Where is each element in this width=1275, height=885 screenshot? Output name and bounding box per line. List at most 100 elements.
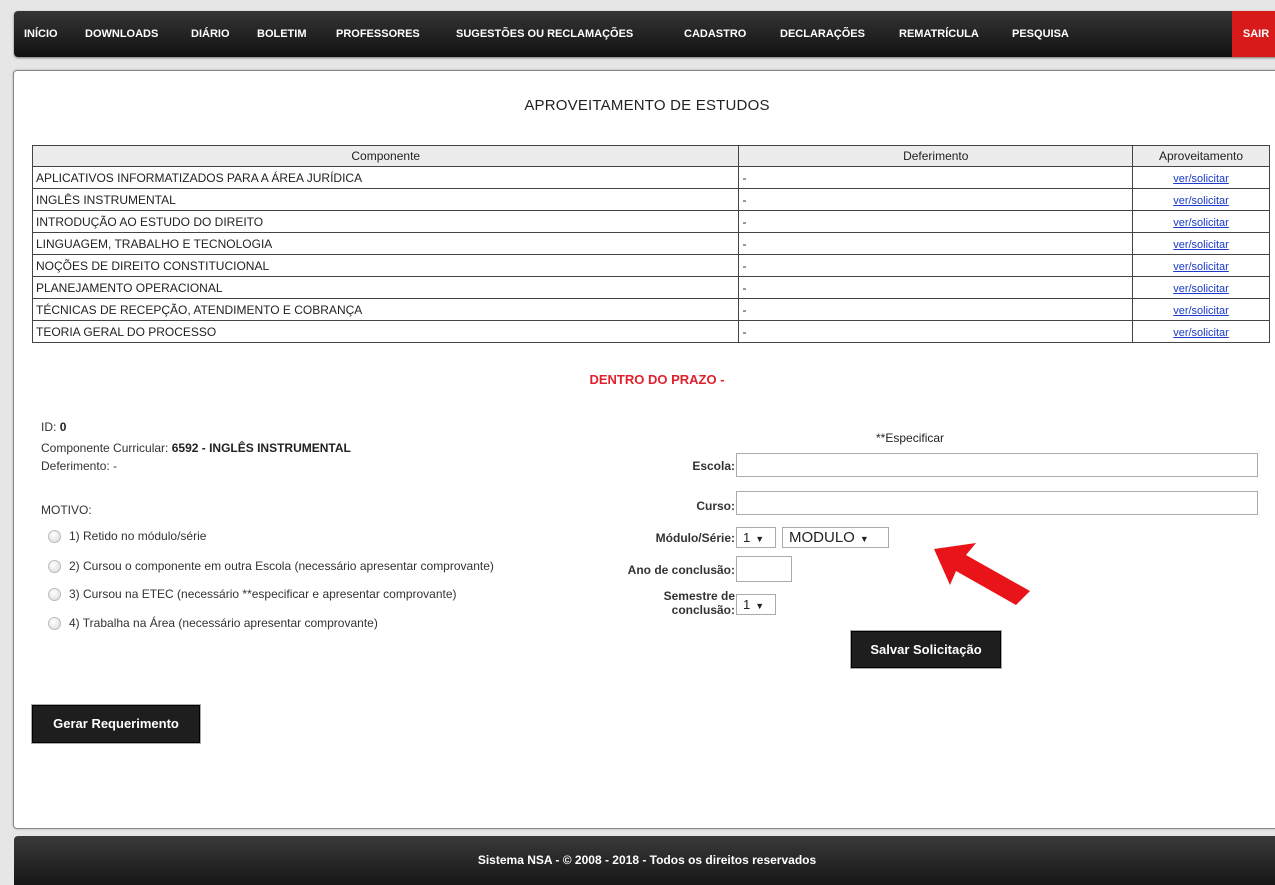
motivo-option-1[interactable]: 1) Retido no módulo/série [48, 529, 206, 543]
cell-componente: TÉCNICAS DE RECEPÇÃO, ATENDIMENTO E COBR… [31, 298, 740, 321]
ver-solicitar-link[interactable]: ver/solicitar [1173, 173, 1229, 185]
table-row: LINGUAGEM, TRABALHO E TECNOLOGIA - ver/s… [31, 232, 1270, 255]
radio-icon[interactable] [48, 616, 61, 630]
footer-text: Sistema NSA - © 2008 - 2018 - Todos os d… [477, 853, 817, 867]
ver-solicitar-link[interactable]: ver/solicitar [1173, 217, 1229, 229]
detail-id-value: 0 [59, 420, 67, 434]
ver-solicitar-link[interactable]: ver/solicitar [1173, 261, 1229, 273]
footer: Sistema NSA - © 2008 - 2018 - Todos os d… [14, 836, 1275, 885]
nav-sugestoes[interactable]: SUGESTÕES OU RECLAMAÇÕES [456, 11, 633, 57]
motivo-option-4[interactable]: 4) Trabalha na Área (necessário apresent… [48, 616, 378, 630]
gerar-requerimento-button[interactable]: Gerar Requerimento [32, 705, 200, 743]
detail-deferimento: Deferimento: - [41, 459, 117, 473]
status-text: DENTRO DO PRAZO - [589, 372, 725, 387]
escola-field[interactable] [736, 453, 1258, 477]
caret-down-icon: ▼ [755, 534, 765, 544]
table-row: TEORIA GERAL DO PROCESSO - ver/solicitar [31, 320, 1270, 343]
cell-deferimento: - [738, 320, 1134, 343]
nav-pesquisa[interactable]: PESQUISA [1012, 11, 1069, 57]
table-header-row: Componente Deferimento Aproveitamento [31, 145, 1270, 167]
main-panel: APROVEITAMENTO DE ESTUDOS Componente Def… [13, 70, 1275, 829]
nav-boletim[interactable]: BOLETIM [257, 11, 307, 57]
table-row: PLANEJAMENTO OPERACIONAL - ver/solicitar [31, 276, 1270, 299]
cell-componente: LINGUAGEM, TRABALHO E TECNOLOGIA [31, 232, 740, 255]
semestre-label: Semestre de conclusão: [664, 589, 735, 617]
escola-label: Escola: [692, 459, 735, 473]
column-header-aproveitamento: Aproveitamento [1132, 145, 1270, 167]
nav-downloads[interactable]: DOWNLOADS [85, 11, 158, 57]
cell-componente: PLANEJAMENTO OPERACIONAL [31, 276, 740, 299]
motivo-option-label: 4) Trabalha na Área (necessário apresent… [69, 616, 378, 630]
semestre-label-line1: Semestre de [663, 589, 735, 603]
cell-aproveitamento: ver/solicitar [1132, 210, 1270, 233]
detail-id-label: ID: [41, 420, 57, 434]
nav-professores[interactable]: PROFESSORES [336, 11, 420, 57]
cell-aproveitamento: ver/solicitar [1132, 276, 1270, 299]
cell-deferimento: - [738, 188, 1134, 211]
table-row: APLICATIVOS INFORMATIZADOS PARA A ÁREA J… [31, 166, 1270, 189]
cell-componente: INGLÊS INSTRUMENTAL [31, 188, 740, 211]
nav-diario[interactable]: DIÁRIO [191, 11, 230, 57]
top-navbar: INÍCIO DOWNLOADS DIÁRIO BOLETIM PROFESSO… [14, 11, 1275, 57]
motivo-option-label: 1) Retido no módulo/série [69, 529, 207, 543]
nav-inicio[interactable]: INÍCIO [24, 11, 58, 57]
table-row: NOÇÕES DE DIREITO CONSTITUCIONAL - ver/s… [31, 254, 1270, 277]
modulo-number-select[interactable]: 1 ▼ [736, 527, 776, 548]
ver-solicitar-link[interactable]: ver/solicitar [1173, 305, 1229, 317]
cell-componente: NOÇÕES DE DIREITO CONSTITUCIONAL [31, 254, 740, 277]
status-message: DENTRO DO PRAZO - [14, 372, 1275, 387]
cell-aproveitamento: ver/solicitar [1132, 232, 1270, 255]
detail-deferimento-label: Deferimento: [41, 459, 110, 473]
cell-componente: TEORIA GERAL DO PROCESSO [31, 320, 740, 343]
cell-aproveitamento: ver/solicitar [1132, 254, 1270, 277]
nav-cadastro[interactable]: CADASTRO [684, 11, 746, 57]
detail-deferimento-value: - [113, 459, 118, 473]
detail-component-value: 6592 - INGLÊS INSTRUMENTAL [171, 441, 351, 455]
arrow-icon [934, 543, 1030, 605]
cell-deferimento: - [738, 232, 1134, 255]
motivo-option-label: 3) Cursou na ETEC (necessário **especifi… [69, 587, 457, 601]
cell-componente: APLICATIVOS INFORMATIZADOS PARA A ÁREA J… [31, 166, 740, 189]
motivo-option-2[interactable]: 2) Cursou o componente em outra Escola (… [48, 559, 494, 573]
detail-component-label: Componente Curricular: [41, 441, 169, 455]
cell-aproveitamento: ver/solicitar [1132, 320, 1270, 343]
salvar-solicitacao-button[interactable]: Salvar Solicitação [851, 631, 1001, 668]
cell-aproveitamento: ver/solicitar [1132, 298, 1270, 321]
semestre-select[interactable]: 1 ▼ [736, 594, 776, 615]
radio-icon[interactable] [48, 559, 61, 573]
components-table: Componente Deferimento Aproveitamento AP… [31, 145, 1270, 343]
table-row: INTRODUÇÃO AO ESTUDO DO DIREITO - ver/so… [31, 210, 1270, 233]
cell-componente: INTRODUÇÃO AO ESTUDO DO DIREITO [31, 210, 740, 233]
table-row: TÉCNICAS DE RECEPÇÃO, ATENDIMENTO E COBR… [31, 298, 1270, 321]
cell-deferimento: - [738, 210, 1134, 233]
curso-field[interactable] [736, 491, 1258, 515]
motivo-title: MOTIVO: [41, 503, 92, 517]
ano-conclusao-label: Ano de conclusão: [627, 563, 735, 577]
ver-solicitar-link[interactable]: ver/solicitar [1173, 239, 1229, 251]
radio-icon[interactable] [48, 587, 61, 601]
cell-deferimento: - [738, 166, 1134, 189]
especificar-heading: **Especificar [876, 431, 945, 445]
ver-solicitar-link[interactable]: ver/solicitar [1173, 283, 1229, 295]
semestre-label-line2: conclusão: [671, 603, 735, 617]
cell-deferimento: - [738, 254, 1134, 277]
nav-declaracoes[interactable]: DECLARAÇÕES [780, 11, 865, 57]
radio-icon[interactable] [48, 529, 61, 543]
table-row: INGLÊS INSTRUMENTAL - ver/solicitar [31, 188, 1270, 211]
ver-solicitar-link[interactable]: ver/solicitar [1173, 195, 1229, 207]
modulo-label: Módulo/Série: [655, 531, 735, 545]
caret-down-icon: ▼ [755, 601, 765, 611]
page-title: APROVEITAMENTO DE ESTUDOS [524, 97, 770, 114]
column-header-componente: Componente [31, 145, 740, 167]
curso-label: Curso: [696, 499, 735, 513]
modulo-number-value: 1 [743, 530, 751, 545]
modulo-type-select[interactable]: MODULO ▼ [782, 527, 889, 548]
nav-rematricula[interactable]: REMATRÍCULA [899, 11, 979, 57]
ver-solicitar-link[interactable]: ver/solicitar [1173, 327, 1229, 339]
logout-button[interactable]: SAIR [1232, 11, 1275, 57]
detail-component: Componente Curricular: 6592 - INGLÊS INS… [41, 441, 351, 455]
motivo-option-3[interactable]: 3) Cursou na ETEC (necessário **especifi… [48, 587, 457, 601]
ano-conclusao-field[interactable] [736, 556, 792, 582]
motivo-option-label: 2) Cursou o componente em outra Escola (… [69, 559, 494, 573]
caret-down-icon: ▼ [859, 534, 869, 544]
